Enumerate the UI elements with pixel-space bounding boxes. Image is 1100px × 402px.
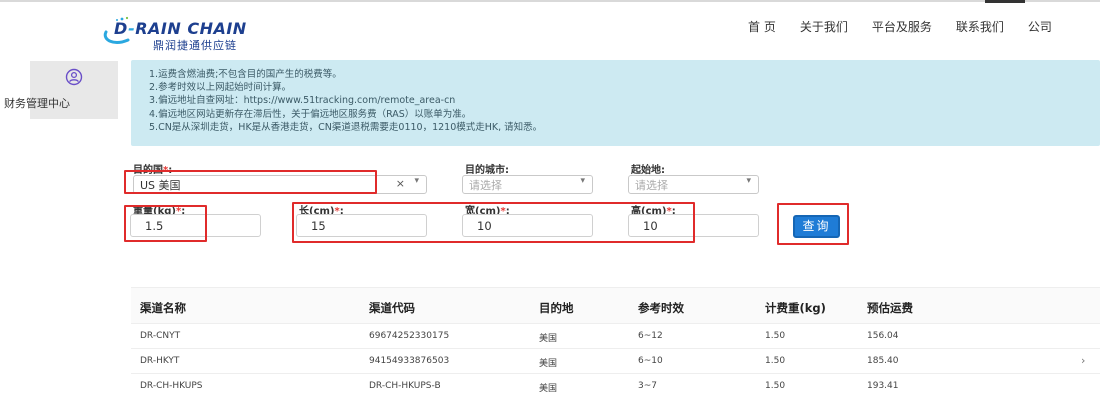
cell-transit-time: 6~12 <box>638 331 663 341</box>
cell-transit-time: 3~7 <box>638 381 657 391</box>
clear-icon[interactable]: × <box>396 177 405 190</box>
cell-estimated-fee: 185.40 <box>867 356 899 366</box>
column-header: 参考时效 <box>638 301 684 315</box>
brand-logo[interactable]: D-RAIN CHAIN 鼎润捷通供应链 <box>100 8 270 52</box>
chevron-down-icon: ▾ <box>580 176 585 186</box>
length-input[interactable]: 15 <box>296 214 427 237</box>
column-header: 计费重(kg) <box>765 301 826 315</box>
cell-channel-name: DR-HKYT <box>140 356 180 366</box>
destination-country-label: 目的国*: <box>133 165 173 176</box>
column-header: 渠道名称 <box>140 301 186 315</box>
nav-home[interactable]: 首 页 <box>748 18 776 35</box>
column-header: 渠道代码 <box>369 301 415 315</box>
column-header: 目的地 <box>539 301 574 315</box>
results-table: 渠道名称 渠道代码 目的地 参考时效 计费重(kg) 预估运费 DR-CNYT … <box>131 287 1100 398</box>
destination-city-placeholder: 请选择 <box>469 179 502 192</box>
cell-chargeable-weight: 1.50 <box>765 381 786 391</box>
table-header: 渠道名称 渠道代码 目的地 参考时效 计费重(kg) 预估运费 <box>131 287 1100 323</box>
sidebar-item-label: 财务管理中心 <box>4 97 70 110</box>
logo-subtitle: 鼎润捷通供应链 <box>153 39 237 52</box>
notice-line: 4.偏远地区网站更新存在滞后性，关于偏远地区服务费（RAS）以账单为准。 <box>149 108 472 120</box>
user-circle-icon <box>65 68 83 86</box>
nav-company[interactable]: 公司 <box>1028 18 1052 35</box>
logo-text: D-RAIN CHAIN <box>114 19 247 38</box>
cell-channel-name: DR-CH-HKUPS <box>140 381 203 391</box>
cell-channel-name: DR-CNYT <box>140 331 181 341</box>
notice-line: 5.CN是从深圳走货，HK是从香港走货，CN渠道退税需要走0110，1210模式… <box>149 121 543 133</box>
destination-country-value: US 美国 <box>140 179 181 192</box>
destination-city-select[interactable]: 请选择 ▾ <box>462 175 593 194</box>
main-nav: 首 页 关于我们 平台及服务 联系我们 公司 <box>748 18 1076 35</box>
cell-channel-code: DR-CH-HKUPS-B <box>369 381 441 391</box>
notice-line: 3.偏远地址自查网址：https://www.51tracking.com/re… <box>149 95 456 107</box>
chevron-down-icon: ▾ <box>746 176 751 186</box>
cell-destination: 美国 <box>539 334 558 344</box>
cell-transit-time: 6~10 <box>638 356 663 366</box>
destination-city-label: 目的城市: <box>465 165 509 176</box>
table-row[interactable]: DR-CNYT 69674252330175 美国 6~12 1.50 156.… <box>131 323 1100 348</box>
cell-estimated-fee: 193.41 <box>867 381 899 391</box>
cell-estimated-fee: 156.04 <box>867 331 899 341</box>
cell-destination: 美国 <box>539 384 558 394</box>
height-input[interactable]: 10 <box>628 214 759 237</box>
column-header: 预估运费 <box>867 301 913 315</box>
header: D-RAIN CHAIN 鼎润捷通供应链 首 页 关于我们 平台及服务 联系我们… <box>0 0 1100 52</box>
notice-line: 2.参考时效以上网起始时间计算。 <box>149 82 292 94</box>
sidebar-item-finance-center[interactable]: 财务管理中心 <box>4 61 118 119</box>
cell-destination: 美国 <box>539 359 558 369</box>
cell-chargeable-weight: 1.50 <box>765 331 786 341</box>
weight-input[interactable]: 1.5 <box>130 214 261 237</box>
origin-placeholder: 请选择 <box>635 179 668 192</box>
origin-select[interactable]: 请选择 ▾ <box>628 175 759 194</box>
notice-panel: 1.运费含燃油费;不包含目的国产生的税费等。 2.参考时效以上网起始时间计算。 … <box>131 60 1100 146</box>
notice-line: 1.运费含燃油费;不包含目的国产生的税费等。 <box>149 69 342 80</box>
cell-channel-code: 94154933876503 <box>369 356 450 366</box>
nav-about[interactable]: 关于我们 <box>800 18 848 35</box>
chevron-down-icon: ▾ <box>414 176 419 186</box>
origin-label: 起始地: <box>631 165 665 176</box>
nav-contact[interactable]: 联系我们 <box>956 18 1004 35</box>
table-row[interactable]: DR-CH-HKUPS DR-CH-HKUPS-B 美国 3~7 1.50 19… <box>131 373 1100 398</box>
nav-services[interactable]: 平台及服务 <box>872 18 932 35</box>
table-row[interactable]: DR-HKYT 94154933876503 美国 6~10 1.50 185.… <box>131 348 1100 373</box>
cell-channel-code: 69674252330175 <box>369 331 450 341</box>
chevron-right-icon[interactable]: › <box>1081 354 1085 367</box>
width-input[interactable]: 10 <box>462 214 593 237</box>
cell-chargeable-weight: 1.50 <box>765 356 786 366</box>
destination-country-select[interactable]: US 美国 × ▾ <box>133 175 427 194</box>
query-button[interactable]: 查询 <box>793 215 840 238</box>
